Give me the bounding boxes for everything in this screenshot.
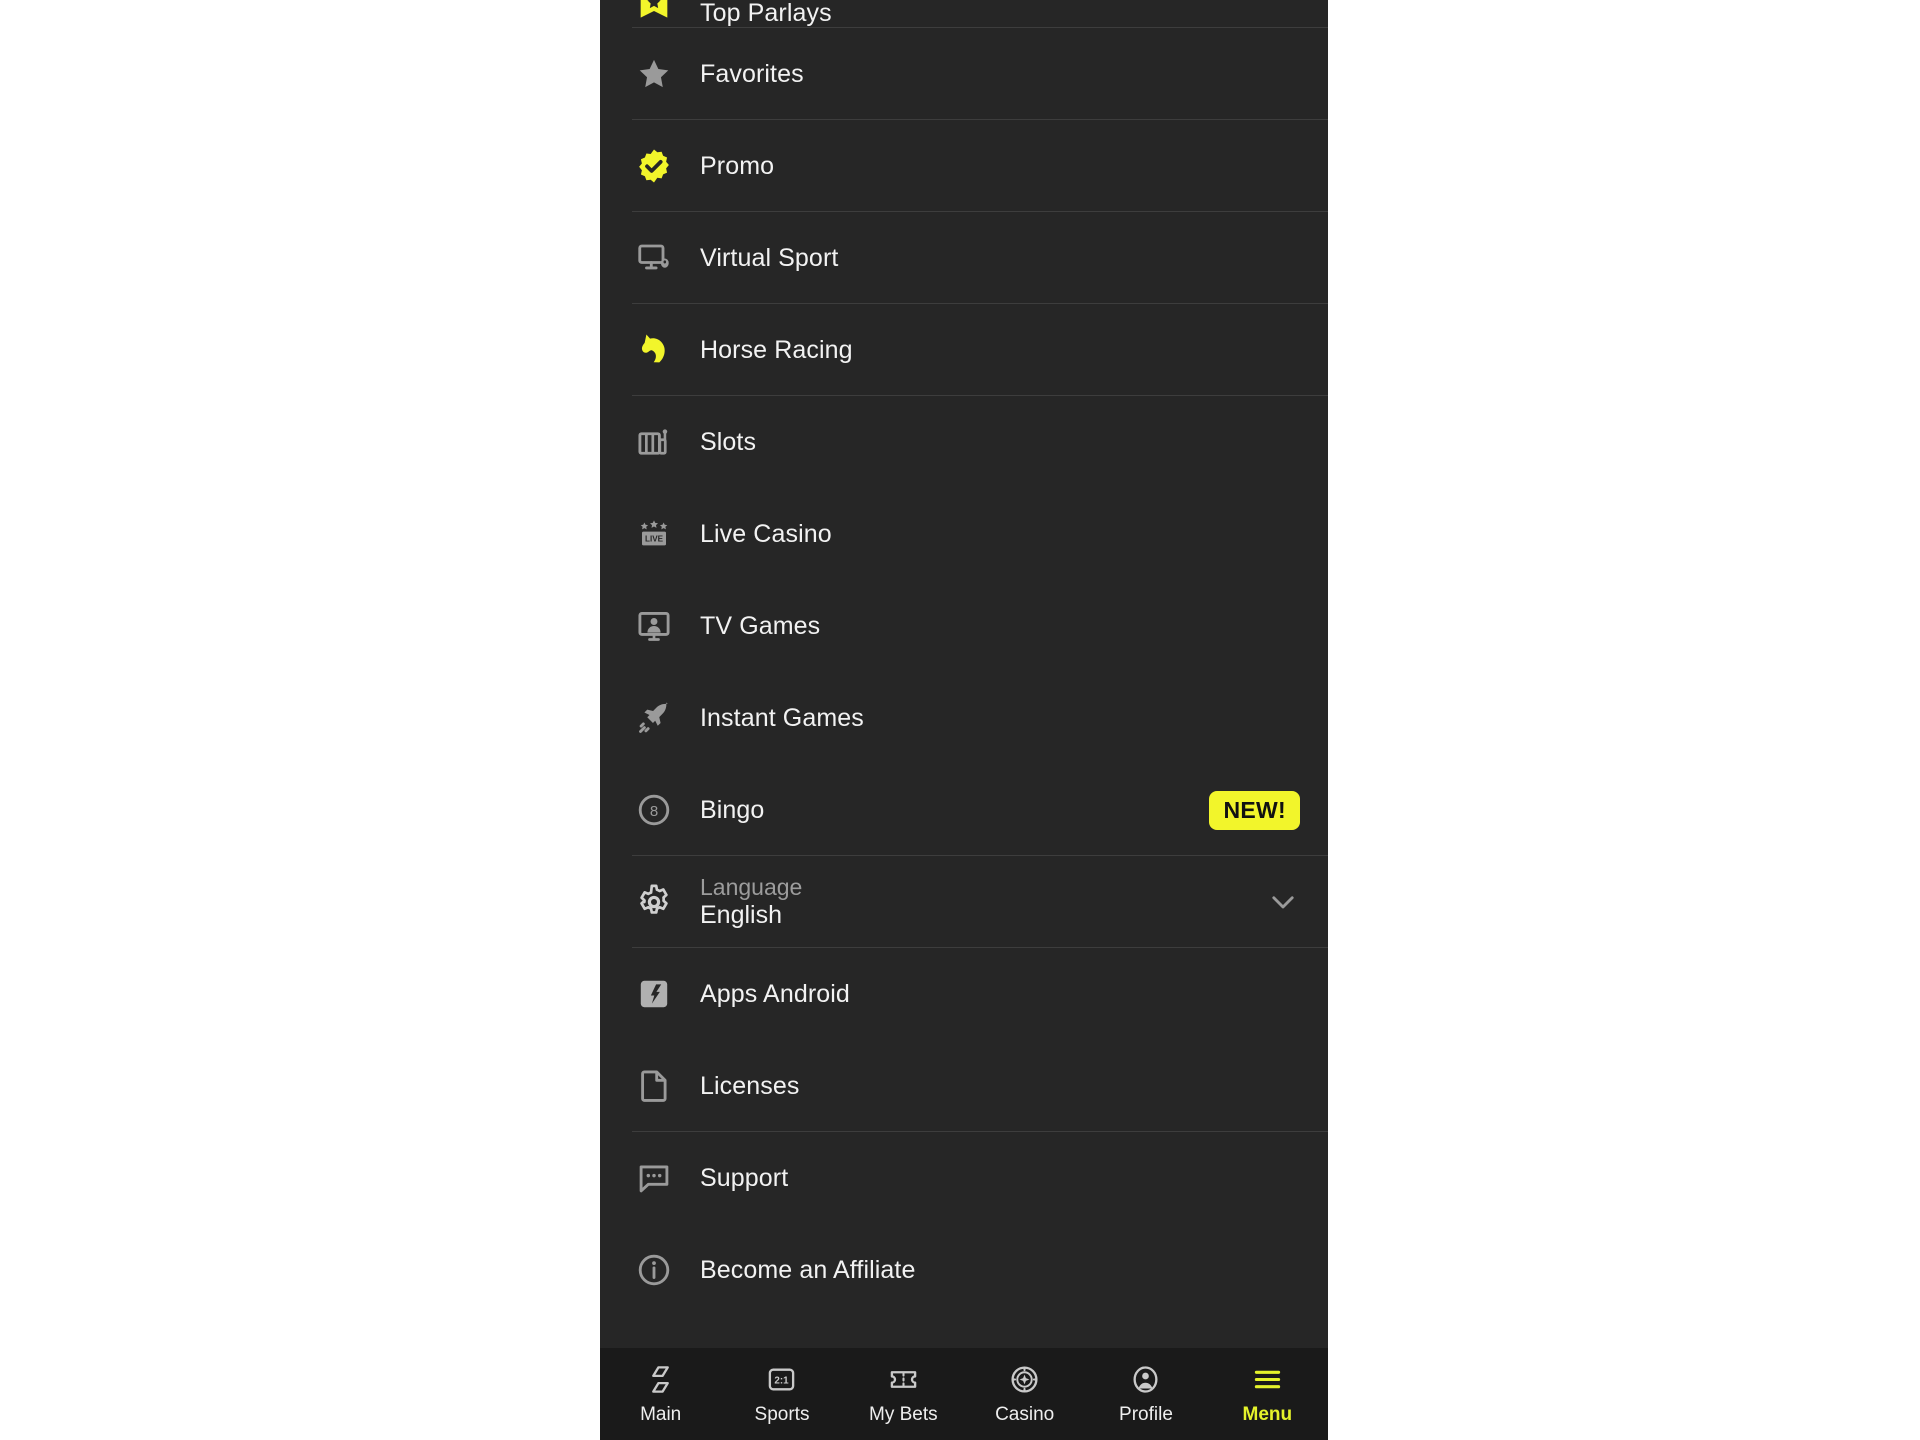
odds-square-icon: 2:1 (766, 1363, 797, 1397)
language-value: English (700, 900, 782, 929)
menu-item-label: Apps Android (700, 979, 850, 1008)
android-app-icon (632, 972, 676, 1016)
mobile-app-panel: Top Parlays Favorites Promo Virtual Spor… (600, 0, 1328, 1440)
menu-item-label: Live Casino (700, 519, 832, 548)
star-icon (632, 52, 676, 96)
menu-item-label: Promo (700, 151, 775, 180)
nav-item-sports[interactable]: 2:1 Sports (721, 1348, 842, 1440)
menu-item-instant-games[interactable]: Instant Games (600, 672, 1328, 764)
language-text-block: Language English (700, 874, 802, 931)
menu-item-live-casino[interactable]: LIVE Live Casino (600, 488, 1328, 580)
svg-text:2:1: 2:1 (775, 1375, 790, 1386)
menu-item-bingo[interactable]: 8 Bingo NEW! (600, 764, 1328, 856)
menu-item-label: Top Parlays (700, 0, 832, 27)
document-icon (632, 1064, 676, 1108)
menu-item-virtual-sport[interactable]: Virtual Sport (600, 212, 1328, 304)
menu-item-become-an-affiliate[interactable]: Become an Affiliate (600, 1224, 1328, 1316)
bottom-navigation-bar: Main 2:1 Sports My Bets Casino Profile M… (600, 1348, 1328, 1440)
rocket-icon (632, 696, 676, 740)
live-casino-icon: LIVE (632, 512, 676, 556)
menu-item-slots[interactable]: Slots (600, 396, 1328, 488)
tv-games-icon (632, 604, 676, 648)
bingo-ball-icon: 8 (632, 788, 676, 832)
menu-item-label: Virtual Sport (700, 243, 839, 272)
menu-item-label: Favorites (700, 59, 804, 88)
promo-badge-icon (632, 144, 676, 188)
nav-label: Profile (1119, 1403, 1173, 1425)
menu-item-label: TV Games (700, 611, 821, 640)
menu-item-promo[interactable]: Promo (600, 120, 1328, 212)
menu-item-label: Slots (700, 427, 757, 456)
nav-item-my-bets[interactable]: My Bets (843, 1348, 964, 1440)
chat-bubble-icon (632, 1156, 676, 1200)
menu-item-label: Become an Affiliate (700, 1255, 916, 1284)
nav-label: Sports (754, 1403, 810, 1425)
nav-label: Menu (1242, 1403, 1293, 1425)
menu-item-support[interactable]: Support (600, 1132, 1328, 1224)
language-selector[interactable]: Language English (600, 856, 1328, 948)
menu-item-label: Instant Games (700, 703, 864, 732)
nav-label: Main (640, 1403, 682, 1425)
parallelograms-icon (645, 1363, 676, 1397)
bookmark-star-icon (632, 0, 676, 28)
menu-item-apps-android[interactable]: Apps Android (600, 948, 1328, 1040)
nav-item-menu[interactable]: Menu (1207, 1348, 1328, 1440)
menu-item-favorites[interactable]: Favorites (600, 28, 1328, 120)
menu-item-label: Bingo (700, 795, 765, 824)
menu-item-licenses[interactable]: Licenses (600, 1040, 1328, 1132)
person-circle-icon (1130, 1363, 1161, 1397)
menu-item-label: Licenses (700, 1071, 800, 1100)
info-circle-icon (632, 1248, 676, 1292)
menu-item-label: Horse Racing (700, 335, 853, 364)
menu-item-horse-racing[interactable]: Horse Racing (600, 304, 1328, 396)
casino-chip-icon (1009, 1363, 1040, 1397)
nav-label: My Bets (869, 1403, 938, 1425)
nav-item-profile[interactable]: Profile (1085, 1348, 1206, 1440)
menu-item-top-parlays[interactable]: Top Parlays (600, 0, 1328, 28)
slot-machine-icon (632, 420, 676, 464)
horse-head-icon (632, 328, 676, 372)
nav-label: Casino (995, 1403, 1055, 1425)
menu-item-tv-games[interactable]: TV Games (600, 580, 1328, 672)
chevron-down-icon[interactable] (1266, 885, 1300, 919)
nav-item-casino[interactable]: Casino (964, 1348, 1085, 1440)
monitor-icon (632, 236, 676, 280)
svg-text:LIVE: LIVE (645, 535, 664, 544)
hamburger-icon (1252, 1363, 1283, 1397)
new-badge: NEW! (1209, 790, 1300, 830)
menu-list[interactable]: Top Parlays Favorites Promo Virtual Spor… (600, 0, 1328, 1348)
menu-item-label: Support (700, 1163, 789, 1192)
ticket-icon (888, 1363, 919, 1397)
nav-item-main[interactable]: Main (600, 1348, 721, 1440)
gear-icon (632, 880, 676, 924)
language-label: Language (700, 873, 803, 900)
svg-text:8: 8 (650, 803, 658, 820)
